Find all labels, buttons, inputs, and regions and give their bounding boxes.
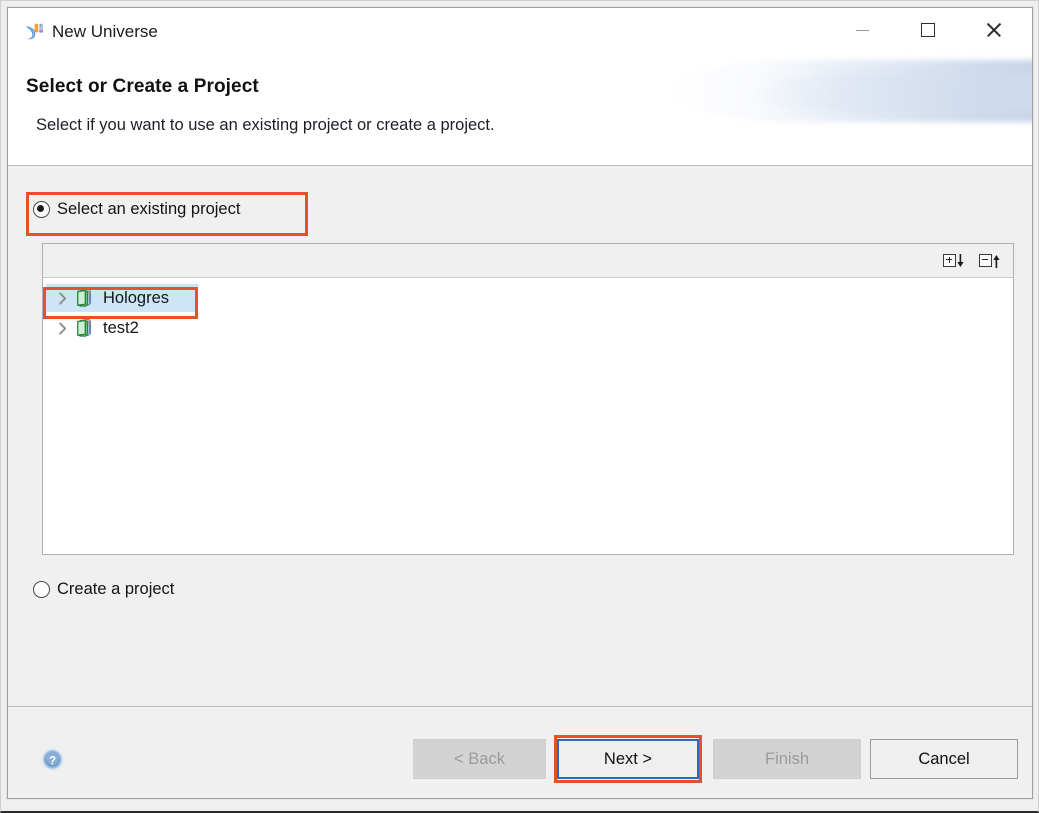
next-button[interactable]: Next > [557,739,699,779]
project-book-icon [74,288,96,308]
minimize-icon [855,29,869,31]
create-a-project-radio[interactable]: Create a project [33,580,174,599]
banner-wave-graphic-secondary [752,74,1032,112]
svg-text:?: ? [49,755,56,767]
dialog-window: New Universe Select or Create a Project … [0,0,1039,813]
expand-all-icon[interactable] [943,251,965,271]
chevron-right-icon[interactable] [52,321,74,335]
back-button[interactable]: < Back [413,739,546,779]
chevron-right-icon[interactable] [52,291,74,305]
collapse-all-icon[interactable] [979,251,1001,271]
minimize-button[interactable] [832,8,892,52]
next-button-label: Next > [603,749,653,768]
tree-item-label: Hologres [103,288,170,307]
maximize-icon [921,23,935,37]
tree-item-test2[interactable]: test2 [43,313,1013,343]
tree-item-hologres[interactable]: Hologres [43,283,1013,313]
radio-indicator-existing [33,201,50,218]
cancel-button-label: Cancel [918,749,970,768]
close-icon [985,21,1003,39]
dialog-window-inner: New Universe Select or Create a Project … [7,7,1033,799]
arrow-down-icon [957,253,964,267]
back-button-label: < Back [454,749,505,768]
expand-all-box [943,253,956,267]
window-title: New Universe [52,22,158,41]
cancel-button[interactable]: Cancel [870,739,1018,779]
project-book-icon [74,318,96,338]
radio-label-existing: Select an existing project [57,200,241,218]
project-tree-list[interactable]: Hologres test2 [43,278,1013,554]
radio-label-create: Create a project [57,580,175,598]
page-title: Select or Create a Project [26,76,259,97]
finish-button[interactable]: Finish [713,739,861,779]
title-bar: New Universe [8,8,1032,54]
select-an-existing-project-radio[interactable]: Select an existing project [33,200,240,219]
maximize-button[interactable] [898,8,958,52]
collapse-all-box [979,253,992,267]
page-description: Select if you want to use an existing pr… [36,116,495,134]
project-tree-panel: Hologres test2 [42,243,1014,555]
arrow-up-icon [993,254,1000,268]
universe-logo-icon [23,21,45,43]
wizard-header: Select or Create a Project Select if you… [8,54,1032,165]
tree-item-label: test2 [103,318,139,337]
tree-toolbar [43,244,1013,278]
finish-button-label: Finish [764,749,809,768]
help-question-icon[interactable]: ? [41,748,64,771]
radio-indicator-create [33,581,50,598]
close-button[interactable] [964,8,1024,52]
